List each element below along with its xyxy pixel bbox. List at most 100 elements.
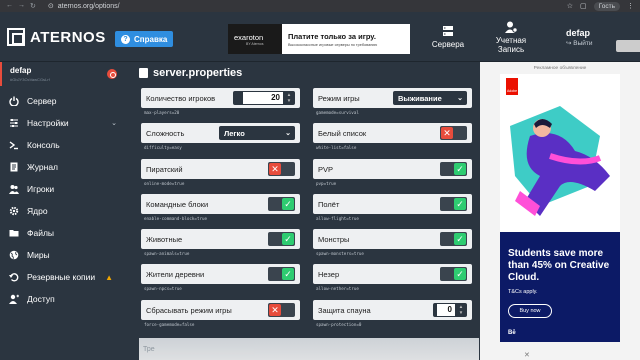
force-gamemode-toggle[interactable]: ✕ [268, 303, 295, 317]
spinner-arrows-icon[interactable]: ▲ ▼ [285, 92, 293, 104]
sidebar-item-backups[interactable]: Резервные копии ▲ [0, 266, 127, 288]
property-row: Количество игроков 20 ▲ ▼ [141, 88, 300, 108]
sidebar-item-core[interactable]: Ядро [0, 200, 127, 222]
ad-subline: Высококлассные игровые серверы по требов… [288, 42, 378, 47]
account-link[interactable]: Учетная Запись [490, 20, 532, 54]
browser-actions: ☆ ▢ Гость ⋮ [567, 1, 634, 11]
browser-toolbar: ← → ↻ ⊙ aternos.org/options/ ☆ ▢ Гость ⋮ [0, 0, 640, 12]
ad-brand-name: exaroton [234, 32, 264, 42]
property-row: PVP ✓ [313, 159, 472, 179]
sidebar-item-label: Игроки [27, 184, 55, 194]
property-key: gamemode=survival [316, 110, 359, 115]
page-title-text: server.properties [153, 67, 243, 79]
properties-panel: server.properties Количество игроков 20 … [131, 62, 480, 360]
x-icon: ✕ [269, 304, 281, 316]
difficulty-select[interactable]: Легко ⌄ [219, 126, 295, 140]
ad-copy: Students save more than 45% on Creative … [500, 232, 620, 342]
sliders-icon [10, 119, 18, 127]
pirate-toggle[interactable]: ✕ [268, 162, 295, 176]
property-row: Животные ✓ [141, 229, 300, 249]
adobe-ad[interactable]: Adobe Students save more than 45% on Cre… [500, 74, 620, 342]
address-bar[interactable]: ⊙ aternos.org/options/ [48, 2, 120, 11]
property-key: force-gamemode=false [144, 322, 195, 327]
user-menu[interactable]: defap ↪ Выйти [566, 28, 593, 47]
property-key: spawn-protection=0 [316, 322, 362, 327]
villagers-toggle[interactable]: ✓ [268, 267, 295, 281]
gamemode-select[interactable]: Выживание ⌄ [393, 91, 467, 105]
property-label: Количество игроков [146, 93, 216, 103]
property-row: Сбрасывать режим игры ✕ [141, 300, 300, 320]
close-ad-icon[interactable]: ✕ [524, 351, 530, 359]
sidebar-item-label: Ядро [27, 206, 48, 216]
guest-profile-button[interactable]: Гость [593, 1, 620, 11]
property-key: difficulty=easy [144, 145, 182, 150]
globe-icon [9, 250, 19, 260]
property-row: Монстры ✓ [313, 229, 472, 249]
sidebar-item-access[interactable]: Доступ [0, 288, 127, 310]
reload-icon[interactable]: ↻ [30, 2, 36, 10]
site-info-icon[interactable]: ⊙ [48, 2, 54, 10]
property-key: white-list=false [316, 145, 357, 150]
sidebar-item-server[interactable]: Сервер [0, 90, 127, 112]
sidebar-item-console[interactable]: Консоль [0, 134, 127, 156]
url-text: aternos.org/options/ [57, 2, 120, 10]
pvp-toggle[interactable]: ✓ [440, 162, 467, 176]
property-label: Незер [318, 269, 340, 279]
animals-toggle[interactable]: ✓ [268, 232, 295, 246]
flight-toggle[interactable]: ✓ [440, 197, 467, 211]
sidebar-toggle-icon[interactable]: ▢ [580, 2, 587, 10]
aternos-logo[interactable]: ATERNOS [7, 28, 106, 46]
max-players-stepper[interactable]: 20 ▲ ▼ [233, 91, 295, 105]
command-blocks-toggle[interactable]: ✓ [268, 197, 295, 211]
spawn-protection-stepper[interactable]: 0 ▲ ▼ [433, 303, 467, 317]
property-row: Защита спауна 0 ▲ ▼ [313, 300, 472, 320]
sidebar-item-label: Резервные копии [27, 272, 96, 282]
number-value[interactable]: 0 [437, 304, 455, 316]
user-toggle[interactable] [616, 40, 640, 52]
servers-link[interactable]: Сервера [430, 24, 466, 49]
user-name: defap [566, 28, 591, 38]
nether-toggle[interactable]: ✓ [440, 267, 467, 281]
select-value: Легко [224, 128, 245, 138]
power-icon [9, 96, 19, 106]
property-key: max-players=20 [144, 110, 180, 115]
logout-link[interactable]: ↪ Выйти [566, 39, 593, 47]
access-icon [9, 294, 19, 304]
sidebar-item-label: Журнал [27, 162, 59, 172]
property-key: spawn-animals=true [144, 251, 190, 256]
property-key: enable-command-block=true [144, 216, 208, 221]
sidebar: defap #GbJY3OcVawCGsLrf Сервер Настройки… [0, 62, 127, 360]
property-key: spawn-monsters=true [316, 251, 364, 256]
browser-nav: ← → ↻ [6, 2, 36, 10]
ad-illustration [500, 96, 620, 236]
help-button[interactable]: ? Справка [115, 31, 174, 47]
sidebar-item-worlds[interactable]: Миры [0, 244, 127, 266]
spinner-arrows-icon[interactable]: ▲ ▼ [457, 304, 465, 316]
property-label: Монстры [318, 234, 350, 244]
sidebar-item-settings[interactable]: Настройки ⌄ [0, 112, 127, 134]
number-value[interactable]: 20 [243, 92, 283, 104]
monsters-toggle[interactable]: ✓ [440, 232, 467, 246]
menu-icon[interactable]: ⋮ [627, 2, 634, 10]
partial-property-row: Тре [139, 338, 479, 360]
back-icon[interactable]: ← [6, 2, 13, 10]
sidebar-item-files[interactable]: Файлы [0, 222, 127, 244]
sidebar-item-log[interactable]: Журнал [0, 156, 127, 178]
bookmark-icon[interactable]: ☆ [567, 2, 573, 10]
ad-text: Платите только за игру. Высококлассные и… [282, 32, 377, 47]
warning-icon: ▲ [105, 272, 114, 282]
property-key: allow-nether=true [316, 286, 359, 291]
property-spawn-protection: Защита спауна 0 ▲ ▼ spawn-protection=0 [313, 300, 472, 327]
servers-icon [443, 26, 453, 36]
sidebar-item-label: Миры [27, 250, 50, 260]
buy-now-button[interactable]: Buy now [508, 304, 552, 318]
forward-icon[interactable]: → [18, 2, 25, 10]
sidebar-item-players[interactable]: Игроки [0, 178, 127, 200]
property-label: Полёт [318, 199, 340, 209]
server-card[interactable]: defap #GbJY3OcVawCGsLrf [0, 62, 127, 86]
property-label: PVP [318, 164, 334, 174]
sidebar-item-label: Доступ [27, 294, 55, 304]
check-icon: ✓ [282, 233, 294, 245]
whitelist-toggle[interactable]: ✕ [440, 126, 467, 140]
header-ad-banner[interactable]: exaroton BY Aternos Платите только за иг… [228, 24, 410, 54]
